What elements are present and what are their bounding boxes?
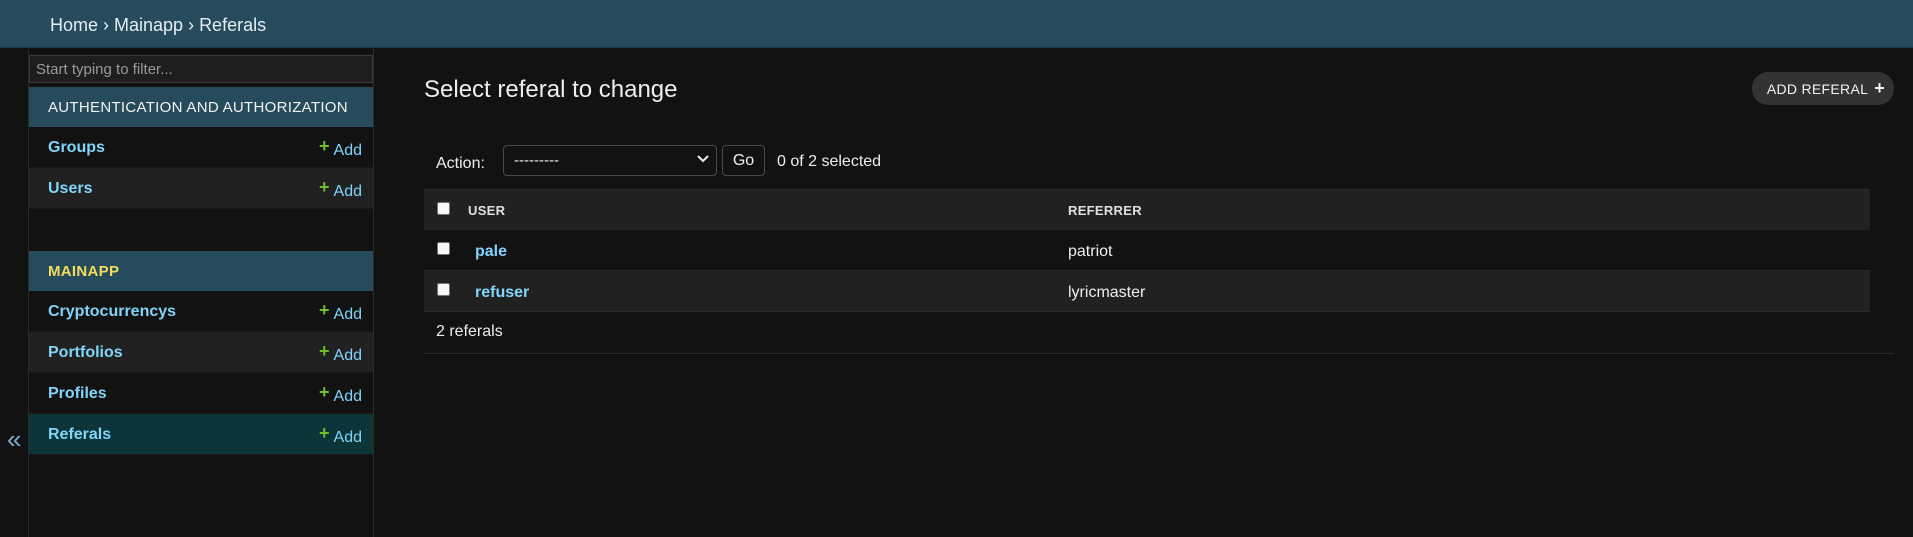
chevron-down-icon [697,150,709,171]
add-label: Add [333,388,362,405]
column-header-referrer[interactable]: REFERRER [1068,203,1142,218]
add-label: Add [333,347,362,364]
selected-count: 0 of 2 selected [777,153,882,170]
add-portfolios-link[interactable]: + Add [319,341,362,365]
breadcrumb-mainapp[interactable]: Mainapp [114,15,183,35]
row-user-link[interactable]: refuser [475,284,529,302]
row-checkbox[interactable] [437,283,450,296]
breadcrumb-separator: › [103,15,110,35]
add-label: Add [333,142,362,159]
column-header-user[interactable]: USER [468,203,505,218]
go-button[interactable]: Go [722,145,765,176]
add-referal-label: ADD REFERAL [1766,81,1869,97]
sidebar-item-profiles-link[interactable]: Profiles [48,385,107,403]
sidebar-item-users: Users + Add [29,168,373,209]
add-label: Add [333,306,362,323]
plus-icon: + [319,177,330,197]
sidebar-item-users-link[interactable]: Users [48,180,92,198]
sidebar-item-referals-link[interactable]: Referals [48,426,111,444]
module-caption-mainapp[interactable]: MAINAPP [29,251,373,291]
add-label: Add [333,429,362,446]
plus-icon: + [319,341,330,361]
sidebar-item-groups: Groups + Add [29,127,373,168]
main-content: Select referal to change ADD REFERAL + Ac… [424,48,1894,537]
action-select-value: --------- [514,152,559,169]
sidebar: AUTHENTICATION AND AUTHORIZATION Groups … [29,48,374,537]
breadcrumb-separator: › [188,15,195,35]
breadcrumb: Home › Mainapp › Referals [0,0,1913,48]
page-title: Select referal to change [424,76,678,103]
table-row: pale patriot [424,230,1870,271]
row-referrer: lyricmaster [1068,284,1146,301]
add-referal-button[interactable]: ADD REFERAL + [1751,72,1894,105]
sidebar-item-profiles: Profiles + Add [29,373,373,414]
plus-icon: + [319,382,330,402]
add-profiles-link[interactable]: + Add [319,382,362,406]
sidebar-filter-input[interactable] [29,55,373,83]
action-select[interactable]: --------- [503,145,717,176]
paginator: 2 referals [424,313,1894,354]
sidebar-item-portfolios: Portfolios + Add [29,332,373,373]
add-label: Add [333,183,362,200]
plus-icon: + [319,423,330,443]
sidebar-item-referals: Referals + Add [29,414,373,455]
add-referals-link[interactable]: + Add [319,423,362,447]
add-groups-link[interactable]: + Add [319,136,362,160]
breadcrumb-current: Referals [199,15,267,35]
sidebar-item-cryptocurrencys: Cryptocurrencys + Add [29,291,373,332]
result-count: 2 referals [436,323,503,340]
table-header: USER REFERRER [424,189,1870,230]
actions-bar: Action: --------- Go 0 of 2 selected [424,143,1870,185]
collapse-sidebar-icon[interactable]: « [7,426,21,452]
module-caption-auth[interactable]: AUTHENTICATION AND AUTHORIZATION [29,87,373,127]
module-caption-mainapp-label: MAINAPP [48,263,120,280]
plus-icon: + [319,136,330,156]
sidebar-item-cryptocurrencys-link[interactable]: Cryptocurrencys [48,303,176,321]
plus-icon: + [1874,78,1885,98]
select-all-checkbox[interactable] [437,202,450,215]
sidebar-item-portfolios-link[interactable]: Portfolios [48,344,123,362]
row-referrer: patriot [1068,243,1113,260]
add-users-link[interactable]: + Add [319,177,362,201]
row-checkbox[interactable] [437,242,450,255]
sidebar-item-groups-link[interactable]: Groups [48,139,105,157]
breadcrumb-home[interactable]: Home [50,15,98,35]
row-user-link[interactable]: pale [475,243,507,261]
add-cryptocurrencys-link[interactable]: + Add [319,300,362,324]
plus-icon: + [319,300,330,320]
table-row: refuser lyricmaster [424,271,1870,312]
action-label: Action: [436,155,485,172]
sidebar-toggle-column: « [0,48,29,537]
